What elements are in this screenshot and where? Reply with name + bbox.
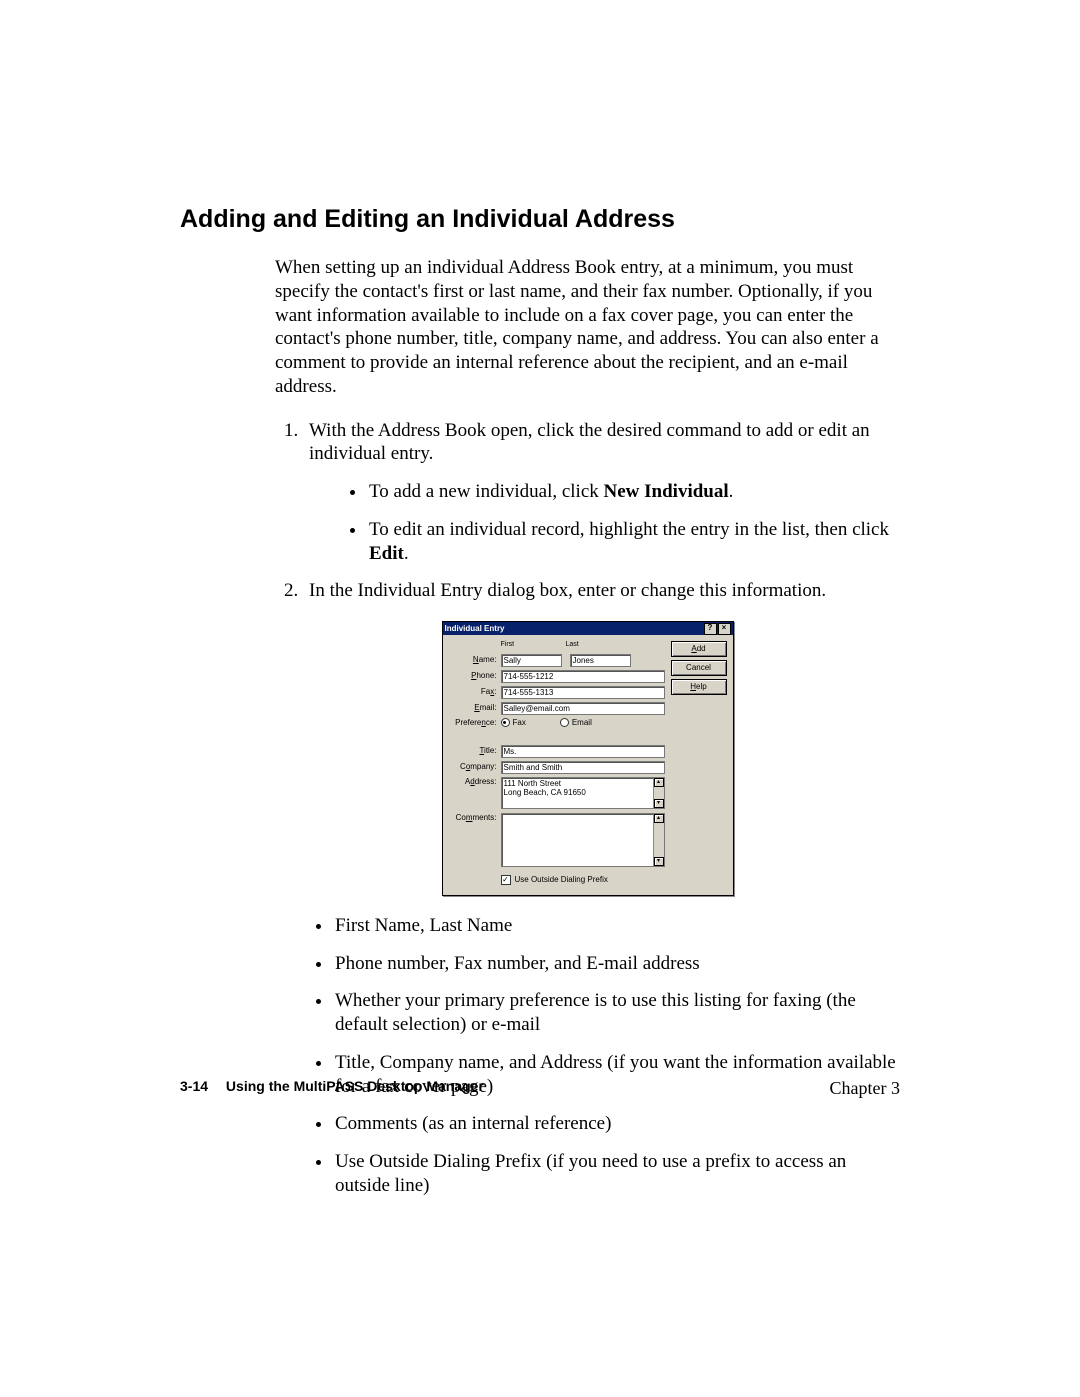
name-label: Name: [449, 655, 501, 665]
info-bullet-preference: Whether your primary preference is to us… [333, 989, 900, 1037]
fax-label: Fax: [449, 687, 501, 697]
email-label: Email: [449, 703, 501, 713]
comments-field[interactable]: ▴ ▾ [501, 813, 665, 867]
step-2: In the Individual Entry dialog box, ente… [303, 579, 900, 603]
last-sublabel: Last [566, 641, 623, 651]
address-line2: Long Beach, CA 91650 [504, 788, 662, 797]
first-name-field[interactable]: Sally [501, 654, 562, 667]
pref-fax-text: Fax [513, 718, 526, 728]
dialog-titlebar[interactable]: Individual Entry ? × [443, 622, 733, 635]
address-label: Address: [449, 777, 501, 787]
page-footer: 3-14 Using the MultiPASS Desktop Manager… [180, 1078, 900, 1099]
title-label: Title: [449, 746, 501, 756]
address-line1: 111 North Street [504, 779, 662, 788]
step-2-text: In the Individual Entry dialog box, ente… [309, 580, 826, 601]
scroll-up-icon[interactable]: ▴ [654, 778, 664, 787]
scroll-down-icon[interactable]: ▾ [654, 799, 664, 808]
first-sublabel: First [501, 641, 558, 651]
comments-scrollbar[interactable]: ▴ ▾ [653, 814, 664, 866]
email-field[interactable]: Salley@email.com [501, 702, 665, 715]
help-icon[interactable]: ? [704, 623, 717, 635]
scroll-up-icon[interactable]: ▴ [654, 814, 664, 823]
step-1: With the Address Book open, click the de… [303, 419, 900, 566]
phone-field[interactable]: 714-555-1212 [501, 670, 665, 683]
company-field[interactable]: Smith and Smith [501, 761, 665, 774]
scroll-down-icon[interactable]: ▾ [654, 857, 664, 866]
address-field[interactable]: 111 North Street Long Beach, CA 91650 ▴ … [501, 777, 665, 809]
last-name-field[interactable]: Jones [570, 654, 631, 667]
close-icon[interactable]: × [718, 623, 731, 635]
comments-label: Comments: [449, 813, 501, 823]
step1-b2-post: . [404, 543, 409, 564]
step1-bullet-edit: To edit an individual record, highlight … [367, 518, 900, 566]
new-individual-label: New Individual [604, 481, 729, 502]
step1-b1-post: . [729, 481, 734, 502]
edit-label: Edit [369, 543, 404, 564]
info-bullet-name: First Name, Last Name [333, 914, 900, 938]
chapter-label: Chapter 3 [830, 1078, 900, 1099]
help-button[interactable]: Help [671, 679, 727, 695]
intro-paragraph: When setting up an individual Address Bo… [275, 256, 900, 399]
dialog-title: Individual Entry [445, 624, 703, 634]
footer-title: Using the MultiPASS Desktop Manager [226, 1078, 484, 1094]
add-button[interactable]: Add [671, 641, 727, 657]
step-1-text: With the Address Book open, click the de… [309, 420, 870, 465]
cancel-button[interactable]: Cancel [671, 660, 727, 676]
preference-label: Preference: [449, 718, 501, 728]
use-prefix-checkbox[interactable]: ✓ [501, 875, 511, 885]
address-scrollbar[interactable]: ▴ ▾ [653, 778, 664, 808]
title-field[interactable]: Ms. [501, 745, 665, 758]
company-label: Company: [449, 762, 501, 772]
phone-label: Phone: [449, 671, 501, 681]
pref-email-radio[interactable] [560, 718, 569, 727]
step1-b2-pre: To edit an individual record, highlight … [369, 519, 889, 540]
use-prefix-label: Use Outside Dialing Prefix [515, 875, 608, 885]
individual-entry-dialog: Individual Entry ? × First Last [442, 621, 734, 896]
step1-b1-pre: To add a new individual, click [369, 481, 604, 502]
page-number: 3-14 [180, 1078, 208, 1094]
info-bullet-contact: Phone number, Fax number, and E-mail add… [333, 952, 900, 976]
pref-fax-radio[interactable] [501, 718, 510, 727]
fax-field[interactable]: 714-555-1313 [501, 686, 665, 699]
section-heading: Adding and Editing an Individual Address [180, 205, 900, 234]
info-bullet-comments: Comments (as an internal reference) [333, 1112, 900, 1136]
step1-bullet-add: To add a new individual, click New Indiv… [367, 480, 900, 504]
info-bullet-prefix: Use Outside Dialing Prefix (if you need … [333, 1150, 900, 1198]
pref-email-text: Email [572, 718, 592, 728]
